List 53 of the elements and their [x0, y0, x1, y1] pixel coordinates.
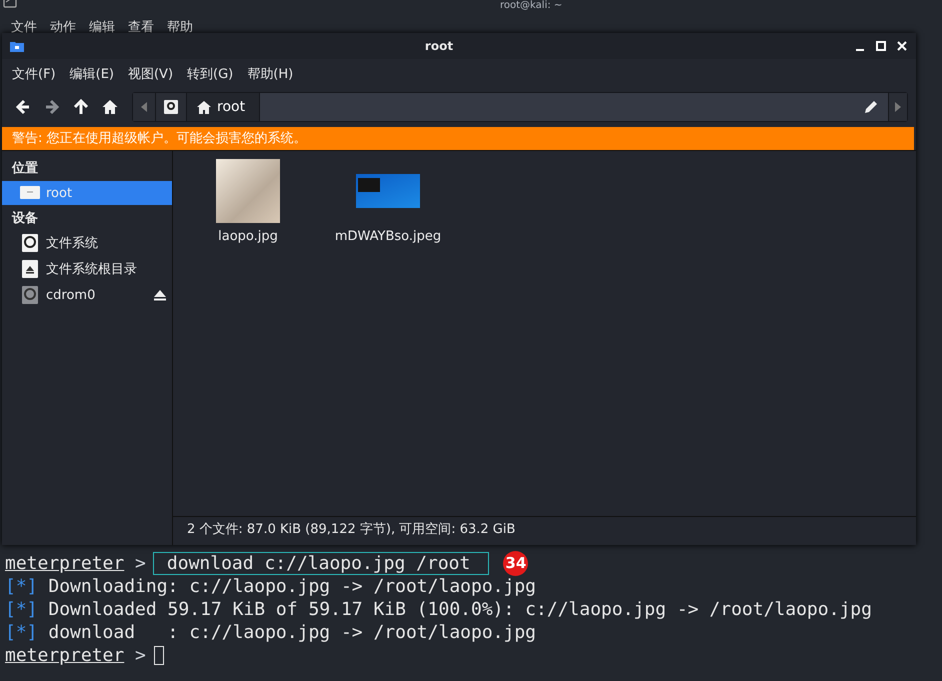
caret-right-icon — [895, 102, 901, 112]
file-item[interactable]: mDWAYBso.jpeg — [333, 159, 443, 244]
folder-icon — [10, 40, 24, 52]
status-marker: [*] — [5, 621, 38, 644]
menu-item[interactable]: 编辑 — [89, 18, 115, 36]
disk-button[interactable] — [156, 93, 187, 121]
output-line: Downloaded 59.17 KiB of 59.17 KiB (100.0%): c://laopo.jpg -> /root/laopo.jpg — [47, 598, 872, 621]
sidebar-heading: 设备 — [10, 210, 39, 228]
forward-arrow-icon — [44, 99, 60, 115]
status-marker: [*] — [5, 575, 38, 598]
menu-item[interactable]: 帮助(H) — [247, 65, 294, 83]
photo-placeholder — [216, 159, 280, 223]
window-title: root — [424, 39, 454, 53]
menu-item[interactable]: 动作 — [50, 18, 76, 36]
drive-icon — [20, 184, 40, 202]
up-arrow-icon — [73, 99, 89, 115]
menu-item[interactable]: 编辑(E) — [70, 65, 114, 83]
status-bar: 2 个文件: 87.0 KiB (89,122 字节), 可用空间: 63.2 GiB — [173, 516, 916, 543]
text-cursor — [154, 646, 164, 665]
back-arrow-icon — [15, 99, 31, 115]
sidebar-heading: 位置 — [10, 160, 39, 178]
terminal-title: root@kali: ~ — [500, 0, 562, 12]
prompt-label: meterpreter — [5, 552, 124, 575]
file-item[interactable]: laopo.jpg — [193, 159, 303, 244]
output-line: download : c://laopo.jpg -> /root/laopo.jpg — [47, 621, 536, 644]
sidebar-item[interactable]: 文件系统根目录 — [2, 257, 172, 281]
path-crumb[interactable]: root — [187, 93, 260, 121]
scroll-right-button[interactable] — [888, 93, 907, 121]
close-icon[interactable] — [896, 40, 908, 52]
home-icon — [102, 99, 118, 115]
maximize-icon[interactable] — [875, 40, 887, 52]
menu-item[interactable]: 文件 — [11, 18, 37, 36]
menu-item[interactable]: 帮助 — [167, 18, 193, 36]
highlighted-command: download c://laopo.jpg /root — [152, 552, 490, 575]
caret-left-icon — [141, 102, 147, 112]
desktop-thumbnail — [356, 174, 420, 208]
sidebar-item[interactable]: 文件系统 — [2, 231, 172, 255]
home-icon — [197, 100, 211, 114]
output-line: Downloading: c://laopo.jpg -> /root/laopo.jpg — [47, 575, 536, 598]
menu-item[interactable]: 查看 — [128, 18, 154, 36]
prompt-symbol: > — [134, 552, 146, 575]
prompt-label: meterpreter — [5, 644, 124, 667]
menu-item[interactable]: 视图(V) — [128, 65, 174, 83]
sidebar-item[interactable]: cdrom0 — [2, 283, 172, 307]
optical-drive-icon — [20, 286, 40, 304]
warning-banner: 警告: 您正在使用超级帐户。可能会损害您的系统。 — [2, 127, 914, 150]
pencil-icon — [864, 100, 878, 114]
status-marker: [*] — [5, 598, 38, 621]
scroll-left-button[interactable] — [133, 93, 156, 121]
menu-item[interactable]: 转到(G) — [187, 65, 234, 83]
step-badge: 34 — [503, 551, 528, 576]
menu-item[interactable]: 文件(F) — [12, 65, 56, 83]
prompt-symbol: > — [134, 644, 146, 667]
